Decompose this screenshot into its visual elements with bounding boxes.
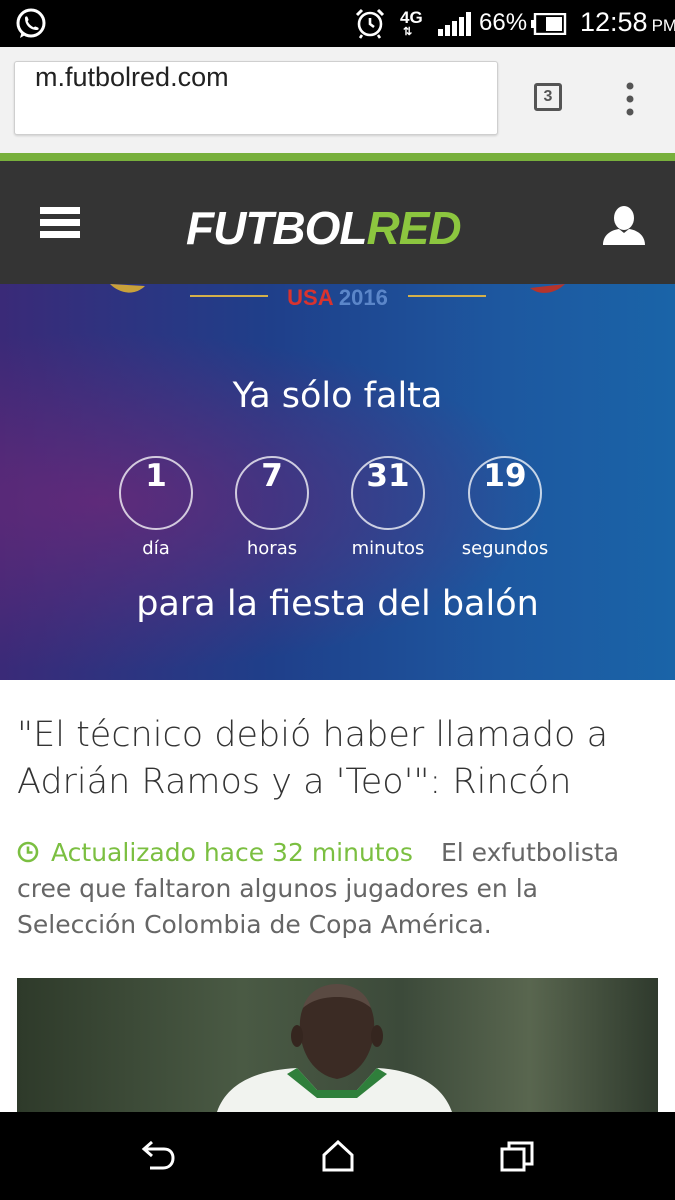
status-clock: 12:58 PM [580,7,675,37]
countdown-seconds: 19 segundos [445,456,565,559]
countdown-minutes: 31 minutos [328,456,448,559]
countdown-banner[interactable]: USA 2016 Ya sólo falta 1 día 7 horas 31 … [0,284,675,680]
signal-icon [438,12,471,36]
countdown-value: 31 [351,456,425,530]
countdown-heading: Ya sólo falta [232,376,443,416]
site-header: FUTBOLRED [0,161,675,284]
battery-percentage: 66% [479,9,528,36]
home-icon[interactable] [320,1140,356,1172]
player-photo [217,984,452,1112]
battery-icon [531,13,567,35]
countdown-days: 1 día [96,456,216,559]
overflow-menu-icon[interactable] [620,81,640,117]
countdown-label: segundos [461,538,549,559]
clock-icon [17,841,39,863]
recent-apps-icon[interactable] [500,1140,534,1172]
countdown-value: 19 [468,456,542,530]
countdown-value: 7 [235,456,309,530]
article-title[interactable]: "El técnico debió haber llamado a Adrián… [17,712,657,806]
countdown-label: horas [246,538,298,559]
network-type: 4G ⇅ [400,8,423,38]
countdown-hours: 7 horas [212,456,332,559]
updated-time: Actualizado hace 32 minutos [51,838,413,867]
countdown-value: 1 [119,456,193,530]
tournament-edition: USA 2016 [287,285,388,310]
countdown-label: día [142,538,170,559]
address-bar[interactable]: m.futbolred.com [14,61,498,135]
status-bar: 4G ⇅ 66% 12:58 PM [0,0,675,47]
article-meta: Actualizado hace 32 minutos El exfutbolis… [17,835,657,943]
whatsapp-icon [16,8,46,38]
article-photo[interactable] [17,978,658,1112]
accent-strip [0,153,675,161]
tabs-button[interactable]: 3 [534,83,562,111]
alarm-icon [355,8,385,39]
site-logo[interactable]: FUTBOLRED [186,201,462,255]
countdown-subheading: para la fiesta del balón [136,584,539,624]
hamburger-menu-icon[interactable] [40,207,80,239]
back-icon[interactable] [140,1140,176,1172]
system-nav-bar [0,1112,675,1200]
user-account-icon[interactable] [603,205,645,245]
countdown-label: minutos [351,538,425,559]
browser-toolbar: m.futbolred.com 3 [0,47,675,153]
